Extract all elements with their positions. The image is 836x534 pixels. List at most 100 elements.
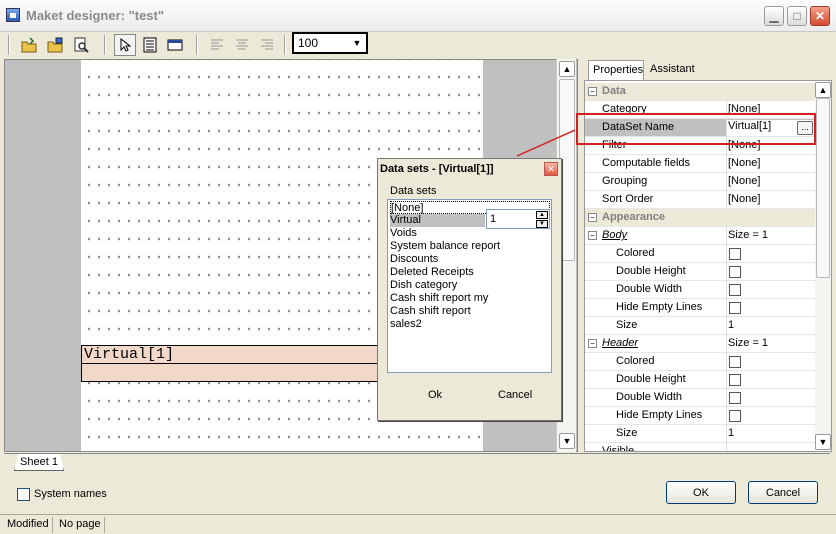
collapse-icon[interactable]: − (588, 231, 597, 240)
column-divider[interactable] (726, 389, 727, 406)
band-title[interactable]: Virtual[1] (81, 345, 381, 363)
index-spinner[interactable]: 1 ▲ ▼ (486, 209, 550, 229)
ellipsis-button[interactable]: ... (797, 121, 813, 135)
property-value[interactable]: [None] (728, 193, 760, 205)
column-divider[interactable] (726, 371, 727, 388)
ok-button[interactable]: OK (666, 481, 736, 504)
property-row-filter[interactable]: Filter [None] (585, 137, 815, 155)
align-center-button[interactable] (231, 34, 253, 56)
property-value[interactable]: [None] (728, 157, 760, 169)
property-checkbox[interactable] (729, 266, 741, 278)
column-divider[interactable] (726, 155, 727, 172)
tab-assistant[interactable]: Assistant (646, 60, 702, 80)
property-checkbox[interactable] (729, 284, 741, 296)
system-names-checkbox[interactable] (17, 488, 30, 501)
scroll-thumb[interactable] (816, 98, 830, 278)
property-value[interactable]: 1 (728, 427, 734, 439)
column-divider[interactable] (726, 407, 727, 424)
property-row-double-width[interactable]: Double Width (585, 281, 815, 299)
property-row-hide-empty-lines[interactable]: Hide Empty Lines (585, 407, 815, 425)
property-row-colored[interactable]: Colored (585, 353, 815, 371)
save-button[interactable] (44, 34, 66, 56)
collapse-icon[interactable]: − (588, 87, 597, 96)
property-value[interactable]: [None] (728, 139, 760, 151)
property-row-size[interactable]: Size 1 (585, 317, 815, 335)
property-row-sort-order[interactable]: Sort Order [None] (585, 191, 815, 209)
property-checkbox[interactable] (729, 248, 741, 260)
tab-properties[interactable]: Properties (588, 60, 644, 80)
property-row-header[interactable]: − Header Size = 1 (585, 335, 815, 353)
property-row-computable-fields[interactable]: Computable fields [None] (585, 155, 815, 173)
maximize-button[interactable]: □ (787, 6, 807, 26)
scroll-up-button[interactable]: ▲ (559, 61, 575, 77)
column-divider[interactable] (726, 173, 727, 190)
title-bar[interactable]: Maket designer: "test" ▁ □ ✕ (0, 0, 836, 32)
column-divider[interactable] (726, 443, 727, 451)
column-divider[interactable] (726, 101, 727, 118)
list-item[interactable]: Virtual (390, 214, 485, 227)
scroll-down-button[interactable]: ▼ (815, 434, 831, 450)
collapse-icon[interactable]: − (588, 339, 597, 348)
property-row-grouping[interactable]: Grouping [None] (585, 173, 815, 191)
property-row-dataset-name[interactable]: DataSet Name Virtual[1]... (585, 119, 815, 137)
close-button[interactable]: ✕ (810, 6, 830, 26)
column-divider[interactable] (726, 263, 727, 280)
property-value[interactable]: [None] (728, 175, 760, 187)
spin-up-button[interactable]: ▲ (536, 211, 548, 219)
property-checkbox[interactable] (729, 302, 741, 314)
cancel-button[interactable]: Cancel (748, 481, 818, 504)
list-item[interactable]: Cash shift report (390, 305, 471, 318)
properties-vertical-scrollbar[interactable]: ▲ ▼ (815, 82, 831, 450)
column-divider[interactable] (726, 353, 727, 370)
minimize-button[interactable]: ▁ (764, 6, 784, 26)
property-row-colored[interactable]: Colored (585, 245, 815, 263)
property-row-hide-empty-lines[interactable]: Hide Empty Lines (585, 299, 815, 317)
sheet-tab[interactable]: Sheet 1 (14, 454, 64, 471)
property-checkbox[interactable] (729, 410, 741, 422)
spin-down-button[interactable]: ▼ (536, 220, 548, 228)
list-item[interactable]: Voids (390, 227, 417, 240)
property-row-double-width[interactable]: Double Width (585, 389, 815, 407)
datasets-cancel-button[interactable]: Cancel (498, 389, 532, 401)
open-button[interactable] (18, 34, 40, 56)
property-row-visible[interactable]: Visible (585, 443, 815, 451)
print-preview-button[interactable] (70, 34, 92, 56)
column-divider[interactable] (726, 425, 727, 442)
column-divider[interactable] (726, 281, 727, 298)
list-item[interactable]: System balance report (390, 240, 500, 253)
frame-tool-button[interactable] (164, 34, 186, 56)
scroll-down-button[interactable]: ▼ (559, 433, 575, 449)
list-item[interactable]: sales2 (390, 318, 422, 331)
property-category-data[interactable]: − Data (585, 83, 815, 101)
property-row-size[interactable]: Size 1 (585, 425, 815, 443)
property-value[interactable]: Size = 1 (728, 229, 768, 241)
property-row-double-height[interactable]: Double Height (585, 263, 815, 281)
column-divider[interactable] (726, 191, 727, 208)
band-tool-button[interactable] (139, 34, 161, 56)
property-row-double-height[interactable]: Double Height (585, 371, 815, 389)
property-value[interactable]: 1 (728, 319, 734, 331)
column-divider[interactable] (726, 227, 727, 244)
property-row-category[interactable]: Category [None] (585, 101, 815, 119)
column-divider[interactable] (726, 137, 727, 154)
property-checkbox[interactable] (729, 356, 741, 368)
list-item[interactable]: Dish category (390, 279, 457, 292)
list-item[interactable]: Cash shift report my (390, 292, 488, 305)
list-item[interactable]: Deleted Receipts (390, 266, 474, 279)
property-value[interactable]: Size = 1 (728, 337, 768, 349)
datasets-ok-button[interactable]: Ok (428, 389, 442, 401)
datasets-list[interactable]: [None] Virtual Voids System balance repo… (387, 199, 552, 373)
property-checkbox[interactable] (729, 392, 741, 404)
property-category-appearance[interactable]: − Appearance (585, 209, 815, 227)
chevron-down-icon[interactable]: ▼ (350, 36, 364, 50)
datasets-close-button[interactable]: ✕ (544, 162, 558, 176)
column-divider[interactable] (726, 299, 727, 316)
property-value[interactable]: [None] (728, 103, 760, 115)
align-left-button[interactable] (206, 34, 228, 56)
scroll-up-button[interactable]: ▲ (815, 82, 831, 98)
property-checkbox[interactable] (729, 374, 741, 386)
pointer-tool-button[interactable] (114, 34, 136, 56)
band-body[interactable] (81, 363, 381, 382)
collapse-icon[interactable]: − (588, 213, 597, 222)
align-right-button[interactable] (256, 34, 278, 56)
